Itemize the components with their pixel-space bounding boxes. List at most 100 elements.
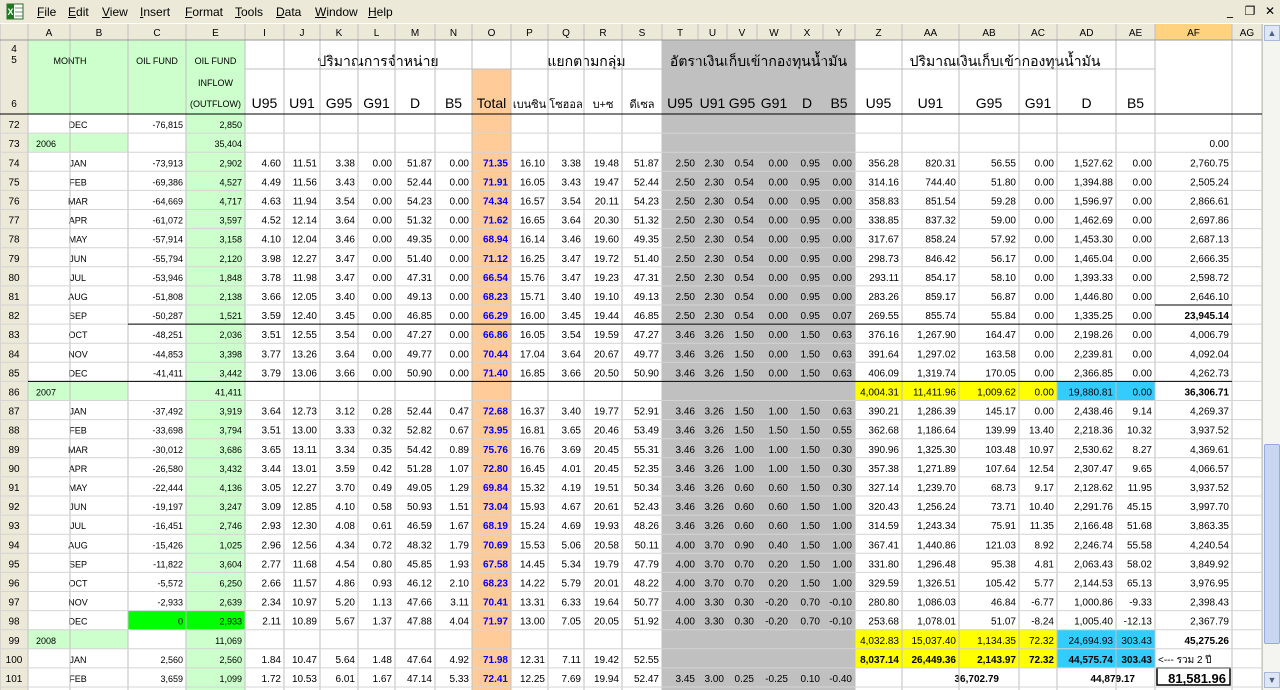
cell-value: 5.64 bbox=[336, 655, 356, 666]
column-header-N[interactable]: N bbox=[450, 28, 457, 39]
scroll-thumb[interactable] bbox=[1264, 444, 1280, 644]
column-header-Q[interactable]: Q bbox=[562, 28, 570, 39]
cell-value: 49.77 bbox=[407, 349, 432, 360]
column-header-M[interactable]: M bbox=[411, 28, 419, 39]
cell-value: 67.58 bbox=[483, 559, 508, 570]
column-header-T[interactable]: T bbox=[677, 28, 683, 39]
column-header-AG[interactable]: AG bbox=[1240, 28, 1255, 39]
inflow-value: 1,025 bbox=[219, 540, 242, 550]
cell-value: 2,697.86 bbox=[1190, 216, 1229, 227]
menu-window[interactable]: Window bbox=[315, 5, 358, 19]
cell-value: 0.00 bbox=[833, 158, 853, 169]
column-header-C[interactable]: C bbox=[153, 28, 160, 39]
scroll-down-icon[interactable]: ▼ bbox=[1264, 672, 1280, 688]
cell-value: 3.54 bbox=[562, 197, 582, 208]
column-header-P[interactable]: P bbox=[526, 28, 533, 39]
cell-value: 12.55 bbox=[292, 330, 317, 341]
column-header-A[interactable]: A bbox=[46, 28, 53, 39]
cell-value: 4.63 bbox=[262, 197, 282, 208]
column-header-Z[interactable]: Z bbox=[875, 28, 881, 39]
cell-value: 70.41 bbox=[483, 598, 508, 609]
oil-fund-value: -51,808 bbox=[152, 292, 183, 302]
cell-value: 4.81 bbox=[1035, 559, 1055, 570]
cell-value: 3.64 bbox=[262, 407, 282, 418]
column-header-Y[interactable]: Y bbox=[836, 28, 843, 39]
column-header-S[interactable]: S bbox=[639, 28, 646, 39]
cell-value: 4,006.79 bbox=[1190, 330, 1229, 341]
minimize-icon[interactable]: _ bbox=[1222, 3, 1238, 19]
column-header-W[interactable]: W bbox=[769, 28, 779, 39]
cell-value: 1.50 bbox=[801, 559, 821, 570]
column-header-J[interactable]: J bbox=[300, 28, 305, 39]
cell-value: 20.11 bbox=[595, 197, 620, 208]
cell-value: 73.04 bbox=[483, 502, 508, 513]
cell-value: 72.80 bbox=[483, 464, 508, 475]
cell-value: 0.20 bbox=[769, 559, 789, 570]
total-value: 11,411.96 bbox=[913, 388, 956, 399]
column-header-U[interactable]: U bbox=[709, 28, 716, 39]
cell-value: 1.50 bbox=[801, 426, 821, 437]
cell-value: 0.54 bbox=[735, 197, 755, 208]
cell-value: 16.37 bbox=[520, 407, 545, 418]
menu-data[interactable]: Data bbox=[276, 5, 301, 19]
row-header: 89 bbox=[8, 445, 20, 456]
column-header-AB[interactable]: AB bbox=[982, 28, 996, 39]
menu-format[interactable]: Format bbox=[185, 5, 223, 19]
column-header-L[interactable]: L bbox=[374, 28, 380, 39]
menu-edit[interactable]: Edit bbox=[68, 5, 89, 19]
column-header-E[interactable]: E bbox=[212, 28, 219, 39]
column-header-R[interactable]: R bbox=[599, 28, 606, 39]
cell-value: 1.79 bbox=[450, 540, 470, 551]
cell-value: 3.26 bbox=[705, 502, 725, 513]
cell-value: -0.20 bbox=[765, 617, 788, 628]
vertical-scrollbar[interactable]: ▲ ▼ bbox=[1262, 24, 1280, 690]
cell-value: 3.64 bbox=[336, 349, 356, 360]
column-header-X[interactable]: X bbox=[804, 28, 811, 39]
cell-value: 0.30 bbox=[735, 598, 755, 609]
cell-value: 3.45 bbox=[562, 311, 582, 322]
column-header-AC[interactable]: AC bbox=[1031, 28, 1045, 39]
column-header-V[interactable]: V bbox=[739, 28, 746, 39]
column-header-AE[interactable]: AE bbox=[1129, 28, 1143, 39]
column-header-B[interactable]: B bbox=[96, 28, 103, 39]
cell-value: 45.15 bbox=[1127, 502, 1152, 513]
column-header-AA[interactable]: AA bbox=[924, 28, 938, 39]
excel-icon[interactable]: X bbox=[6, 3, 24, 20]
total-value: 0.00 bbox=[1035, 388, 1055, 399]
cell-value: 0.25 bbox=[735, 674, 755, 685]
cell-value: 49.13 bbox=[407, 292, 432, 303]
menu-insert[interactable]: Insert bbox=[140, 5, 170, 19]
menu-view[interactable]: View bbox=[102, 5, 128, 19]
cell-value: 3.26 bbox=[705, 349, 725, 360]
cell-value: 145.17 bbox=[985, 407, 1016, 418]
cell-value: 47.27 bbox=[407, 330, 432, 341]
column-header-AD[interactable]: AD bbox=[1080, 28, 1094, 39]
scroll-up-icon[interactable]: ▲ bbox=[1264, 25, 1280, 41]
menu-tools[interactable]: Tools bbox=[235, 5, 263, 19]
row-header: 74 bbox=[8, 158, 20, 169]
cell-value: 0.00 bbox=[450, 273, 470, 284]
cell-value: 68.94 bbox=[483, 235, 508, 246]
cell-value: 3.30 bbox=[705, 598, 725, 609]
menu-help[interactable]: Help bbox=[368, 5, 393, 19]
cell-value: 52.82 bbox=[407, 426, 432, 437]
sum-value: 36,702.79 bbox=[955, 674, 1000, 685]
column-header-AF[interactable]: AF bbox=[1187, 28, 1200, 39]
note-label: <--- รวม 2 ปี bbox=[1158, 654, 1212, 666]
menu-file[interactable]: File bbox=[37, 5, 56, 19]
cell-value: 12.27 bbox=[292, 483, 317, 494]
close-icon[interactable]: ✕ bbox=[1262, 3, 1278, 19]
cell-value: 20.45 bbox=[594, 445, 619, 456]
cell-value: 846.42 bbox=[925, 254, 956, 265]
cell-value: 0.00 bbox=[769, 158, 789, 169]
row-header: 80 bbox=[8, 273, 20, 284]
cell-value: 3.64 bbox=[562, 216, 582, 227]
column-header-O[interactable]: O bbox=[488, 28, 496, 39]
column-header-K[interactable]: K bbox=[336, 28, 343, 39]
cell-value: 293.11 bbox=[869, 273, 899, 284]
cell-value: 2,166.48 bbox=[1074, 521, 1113, 532]
restore-icon[interactable]: ❐ bbox=[1242, 3, 1258, 19]
spreadsheet-grid[interactable]: A B C E I J K L M N O P Q R S T U V W X Y Z AA AB AC AD AE AF AG 4 5 6 M… bbox=[0, 24, 1262, 690]
cell-value: 19.93 bbox=[594, 521, 619, 532]
column-header-I[interactable]: I bbox=[263, 28, 266, 39]
